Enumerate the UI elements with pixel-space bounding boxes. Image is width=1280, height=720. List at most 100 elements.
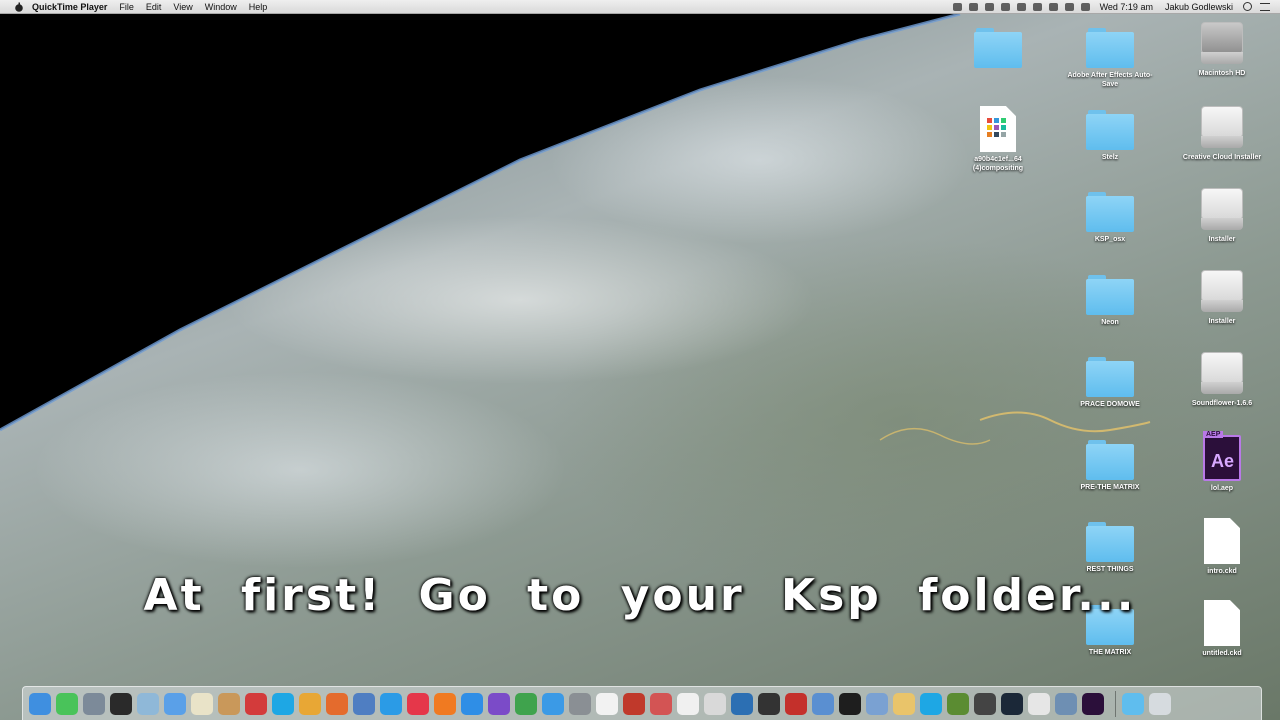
menu-clock[interactable]: Wed 7:19 am xyxy=(1100,2,1153,12)
dock-apps xyxy=(29,692,1109,715)
after-effects-project-icon: AEP Ae xyxy=(1203,431,1241,481)
messages-icon[interactable] xyxy=(56,692,78,715)
battery-icon[interactable] xyxy=(1080,2,1090,11)
notification-center-icon[interactable] xyxy=(1260,2,1270,11)
photo-booth-icon[interactable] xyxy=(623,692,645,715)
preview-icon[interactable] xyxy=(137,692,159,715)
desktop-file-lol-aep[interactable]: AEP Ae lol.aep xyxy=(1174,431,1270,493)
drive-icon xyxy=(1201,270,1243,314)
status-icon[interactable] xyxy=(952,2,962,11)
wifi-icon[interactable] xyxy=(1064,2,1074,11)
pdf-icon[interactable] xyxy=(677,692,699,715)
desktop-file-intro-ckd[interactable]: intro.ckd xyxy=(1174,518,1270,576)
stickies-icon[interactable] xyxy=(812,692,834,715)
document-icon xyxy=(980,106,1016,152)
drive-icon xyxy=(1201,106,1243,150)
lipstick-icon[interactable] xyxy=(245,692,267,715)
launchpad-icon[interactable] xyxy=(110,692,132,715)
status-icon[interactable] xyxy=(984,2,994,11)
safari-icon[interactable] xyxy=(380,692,402,715)
desktop-folder-ae-autosave[interactable]: Adobe After Effects Auto-Save xyxy=(1062,28,1158,89)
desktop-folder-stelz[interactable]: Stelz xyxy=(1062,110,1158,162)
desktop-folder-prace-domowe[interactable]: PRACE DOMOWE xyxy=(1062,357,1158,409)
colors-icon[interactable] xyxy=(299,692,321,715)
desktop-folder-untitled[interactable] xyxy=(950,28,1046,71)
dock-separator xyxy=(1115,690,1116,717)
itunes-icon[interactable] xyxy=(407,692,429,715)
desktop-drive-macintosh-hd[interactable]: Macintosh HD xyxy=(1174,22,1270,78)
grapher-icon[interactable] xyxy=(866,692,888,715)
speech-icon[interactable] xyxy=(704,692,726,715)
terminal-icon[interactable] xyxy=(839,692,861,715)
chrome-icon[interactable] xyxy=(515,692,537,715)
volume-icon[interactable] xyxy=(1048,2,1058,11)
desktop-folder-ksp-osx[interactable]: KSP_osx xyxy=(1062,192,1158,244)
minecraft-icon[interactable] xyxy=(947,692,969,715)
aep-badge: AEP xyxy=(1203,431,1224,438)
menu-file[interactable]: File xyxy=(119,2,134,12)
skype-icon[interactable] xyxy=(272,692,294,715)
folder-icon xyxy=(1086,110,1134,150)
c-app-icon[interactable] xyxy=(785,692,807,715)
system-preferences-icon[interactable] xyxy=(569,692,591,715)
desktop-folder-pre-the-matrix[interactable]: PRE-THE MATRIX xyxy=(1062,440,1158,492)
menu-edit[interactable]: Edit xyxy=(146,2,162,12)
app-menu[interactable]: QuickTime Player xyxy=(32,2,107,12)
desktop-icon-label: Neon xyxy=(1101,319,1119,326)
dock xyxy=(22,686,1262,720)
charts-icon[interactable] xyxy=(164,692,186,715)
desktop-drive-installer-2[interactable]: Installer xyxy=(1174,270,1270,326)
bluetooth-icon[interactable] xyxy=(1032,2,1042,11)
folder-icon xyxy=(1086,440,1134,480)
photo-app-icon[interactable] xyxy=(83,692,105,715)
status-icon[interactable] xyxy=(1000,2,1010,11)
xcode-icon[interactable] xyxy=(353,692,375,715)
folder-app-icon[interactable] xyxy=(893,692,915,715)
menu-window[interactable]: Window xyxy=(205,2,237,12)
desktop-icon-label: PRE-THE MATRIX xyxy=(1080,484,1140,491)
spotlight-search-icon[interactable] xyxy=(1243,2,1252,11)
activity-icon[interactable] xyxy=(650,692,672,715)
menu-help[interactable]: Help xyxy=(249,2,268,12)
finder-icon[interactable] xyxy=(29,692,51,715)
cookie-icon[interactable] xyxy=(218,692,240,715)
apple-menu-icon[interactable] xyxy=(14,2,24,12)
downloads-folder-icon[interactable] xyxy=(1122,692,1144,715)
desktop-icon-label: untitled.ckd xyxy=(1202,650,1242,657)
quicktime-icon[interactable] xyxy=(731,692,753,715)
sc-app-icon[interactable] xyxy=(974,692,996,715)
user-menu[interactable]: Jakub Godlewski xyxy=(1165,2,1233,12)
after-effects-icon[interactable] xyxy=(1082,692,1104,715)
desktop-drive-soundflower[interactable]: Soundflower-1.6.6 xyxy=(1174,352,1270,408)
menu-bar: QuickTime Player File Edit View Window H… xyxy=(0,0,1280,14)
drive-icon xyxy=(1201,188,1243,232)
safari-compass-icon[interactable] xyxy=(542,692,564,715)
magnifier-icon[interactable] xyxy=(1055,692,1077,715)
notes-icon[interactable] xyxy=(1028,692,1050,715)
desktop-icon-label: Stelz xyxy=(1101,154,1119,161)
desktop-icon-label: lol.aep xyxy=(1210,485,1234,492)
desktop-file-compositing[interactable]: a90b4c1ef...64 (4)compositing xyxy=(950,106,1046,173)
desktop-drive-creative-cloud[interactable]: Creative Cloud Installer xyxy=(1174,106,1270,162)
folder-icon xyxy=(974,28,1022,68)
textedit-icon[interactable] xyxy=(191,692,213,715)
desktop-icon-label: THE MATRIX xyxy=(1088,649,1132,656)
imovie-icon[interactable] xyxy=(488,692,510,715)
calendar-icon[interactable] xyxy=(596,692,618,715)
desktop-icon-label: Adobe After Effects Auto-Save xyxy=(1067,72,1153,88)
desktop-drive-installer-1[interactable]: Installer xyxy=(1174,188,1270,244)
trash-icon[interactable] xyxy=(1149,692,1171,715)
steam-icon[interactable] xyxy=(1001,692,1023,715)
unity-icon[interactable] xyxy=(758,692,780,715)
desktop-icon-label: Installer xyxy=(1208,318,1236,325)
status-icon[interactable] xyxy=(968,2,978,11)
skype-notify-icon[interactable] xyxy=(920,692,942,715)
ibooks-icon[interactable] xyxy=(434,692,456,715)
desktop-folder-neon[interactable]: Neon xyxy=(1062,275,1158,327)
status-icon[interactable] xyxy=(1016,2,1026,11)
tools-icon[interactable] xyxy=(326,692,348,715)
app-store-icon[interactable] xyxy=(461,692,483,715)
folder-icon xyxy=(1086,192,1134,232)
menu-view[interactable]: View xyxy=(173,2,192,12)
desktop-folder-rest-things[interactable]: REST THINGS xyxy=(1062,522,1158,574)
